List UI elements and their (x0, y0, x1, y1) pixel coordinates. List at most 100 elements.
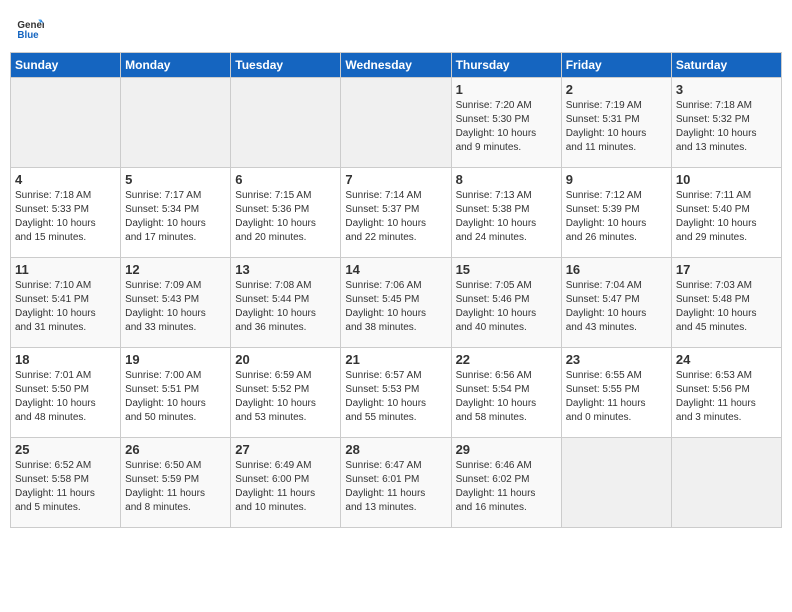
calendar-cell: 19 Sunrise: 7:00 AM Sunset: 5:51 PM Dayli… (121, 348, 231, 438)
calendar-cell: 24 Sunrise: 6:53 AM Sunset: 5:56 PM Dayli… (671, 348, 781, 438)
day-number: 18 (15, 352, 116, 367)
day-number: 8 (456, 172, 557, 187)
day-number: 25 (15, 442, 116, 457)
calendar-cell: 28 Sunrise: 6:47 AM Sunset: 6:01 PM Dayli… (341, 438, 451, 528)
weekday-header: Sunday (11, 53, 121, 78)
day-number: 21 (345, 352, 446, 367)
day-info: Sunrise: 6:53 AM Sunset: 5:56 PM Dayligh… (676, 369, 777, 425)
day-info: Sunrise: 7:18 AM Sunset: 5:32 PM Dayligh… (676, 99, 777, 155)
calendar-cell: 5Sunrise: 7:17 AM Sunset: 5:34 PM Daylig… (121, 168, 231, 258)
calendar-cell: 25Sunrise: 6:52 AM Sunset: 5:58 PM Dayli… (11, 438, 121, 528)
calendar-body: 1Sunrise: 7:20 AM Sunset: 5:30 PM Daylig… (11, 78, 782, 528)
day-info: Sunrise: 6:46 AM Sunset: 6:02 PM Dayligh… (456, 459, 557, 515)
day-number: 28 (345, 442, 446, 457)
calendar-cell (231, 78, 341, 168)
day-number: 15 (456, 262, 557, 277)
day-info: Sunrise: 7:10 AM Sunset: 5:41 PM Dayligh… (15, 279, 116, 335)
weekday-header: Friday (561, 53, 671, 78)
day-info: Sunrise: 7:01 AM Sunset: 5:50 PM Dayligh… (15, 369, 116, 425)
day-number: 17 (676, 262, 777, 277)
calendar-cell: 10 Sunrise: 7:11 AM Sunset: 5:40 PM Dayli… (671, 168, 781, 258)
day-info: Sunrise: 7:00 AM Sunset: 5:51 PM Dayligh… (125, 369, 226, 425)
day-info: Sunrise: 7:20 AM Sunset: 5:30 PM Dayligh… (456, 99, 557, 155)
calendar-week-row: 18 Sunrise: 7:01 AM Sunset: 5:50 PM Dayli… (11, 348, 782, 438)
day-number: 16 (566, 262, 667, 277)
day-number: 13 (235, 262, 336, 277)
day-info: Sunrise: 6:49 AM Sunset: 6:00 PM Dayligh… (235, 459, 336, 515)
calendar-cell: 15 Sunrise: 7:05 AM Sunset: 5:46 PM Dayli… (451, 258, 561, 348)
day-info: Sunrise: 6:55 AM Sunset: 5:55 PM Dayligh… (566, 369, 667, 425)
calendar-week-row: 4 Sunrise: 7:18 AM Sunset: 5:33 PM Daylig… (11, 168, 782, 258)
day-number: 11 (15, 262, 116, 277)
calendar-cell (121, 78, 231, 168)
day-number: 26 (125, 442, 226, 457)
calendar-cell (561, 438, 671, 528)
page-header: General Blue (10, 10, 782, 46)
day-info: Sunrise: 7:17 AM Sunset: 5:34 PM Dayligh… (125, 189, 226, 245)
calendar-table: SundayMondayTuesdayWednesdayThursdayFrid… (10, 52, 782, 528)
day-info: Sunrise: 7:18 AM Sunset: 5:33 PM Dayligh… (15, 189, 116, 245)
calendar-cell: 7 Sunrise: 7:14 AM Sunset: 5:37 PM Daylig… (341, 168, 451, 258)
calendar-cell: 9 Sunrise: 7:12 AM Sunset: 5:39 PM Daylig… (561, 168, 671, 258)
day-number: 22 (456, 352, 557, 367)
calendar-cell: 20Sunrise: 6:59 AM Sunset: 5:52 PM Dayli… (231, 348, 341, 438)
day-info: Sunrise: 7:09 AM Sunset: 5:43 PM Dayligh… (125, 279, 226, 335)
calendar-cell (341, 78, 451, 168)
day-info: Sunrise: 7:14 AM Sunset: 5:37 PM Dayligh… (345, 189, 446, 245)
svg-text:Blue: Blue (17, 30, 39, 41)
day-number: 2 (566, 82, 667, 97)
day-info: Sunrise: 6:57 AM Sunset: 5:53 PM Dayligh… (345, 369, 446, 425)
calendar-cell: 21 Sunrise: 6:57 AM Sunset: 5:53 PM Dayli… (341, 348, 451, 438)
calendar-cell: 29 Sunrise: 6:46 AM Sunset: 6:02 PM Dayli… (451, 438, 561, 528)
calendar-cell: 16 Sunrise: 7:04 AM Sunset: 5:47 PM Dayli… (561, 258, 671, 348)
day-info: Sunrise: 7:12 AM Sunset: 5:39 PM Dayligh… (566, 189, 667, 245)
calendar-cell: 18 Sunrise: 7:01 AM Sunset: 5:50 PM Dayli… (11, 348, 121, 438)
day-number: 3 (676, 82, 777, 97)
calendar-cell: 1Sunrise: 7:20 AM Sunset: 5:30 PM Daylig… (451, 78, 561, 168)
day-number: 24 (676, 352, 777, 367)
calendar-cell: 8 Sunrise: 7:13 AM Sunset: 5:38 PM Daylig… (451, 168, 561, 258)
weekday-header: Saturday (671, 53, 781, 78)
day-number: 29 (456, 442, 557, 457)
calendar-cell: 22 Sunrise: 6:56 AM Sunset: 5:54 PM Dayli… (451, 348, 561, 438)
day-info: Sunrise: 7:05 AM Sunset: 5:46 PM Dayligh… (456, 279, 557, 335)
day-info: Sunrise: 7:13 AM Sunset: 5:38 PM Dayligh… (456, 189, 557, 245)
day-info: Sunrise: 7:06 AM Sunset: 5:45 PM Dayligh… (345, 279, 446, 335)
day-number: 20 (235, 352, 336, 367)
calendar-cell: 13 Sunrise: 7:08 AM Sunset: 5:44 PM Dayli… (231, 258, 341, 348)
day-info: Sunrise: 6:56 AM Sunset: 5:54 PM Dayligh… (456, 369, 557, 425)
calendar-cell: 17 Sunrise: 7:03 AM Sunset: 5:48 PM Dayli… (671, 258, 781, 348)
calendar-cell: 23 Sunrise: 6:55 AM Sunset: 5:55 PM Dayli… (561, 348, 671, 438)
day-info: Sunrise: 7:04 AM Sunset: 5:47 PM Dayligh… (566, 279, 667, 335)
day-info: Sunrise: 7:11 AM Sunset: 5:40 PM Dayligh… (676, 189, 777, 245)
day-info: Sunrise: 6:47 AM Sunset: 6:01 PM Dayligh… (345, 459, 446, 515)
logo: General Blue (16, 14, 46, 42)
day-number: 7 (345, 172, 446, 187)
day-info: Sunrise: 7:08 AM Sunset: 5:44 PM Dayligh… (235, 279, 336, 335)
day-number: 19 (125, 352, 226, 367)
day-info: Sunrise: 7:03 AM Sunset: 5:48 PM Dayligh… (676, 279, 777, 335)
day-info: Sunrise: 6:50 AM Sunset: 5:59 PM Dayligh… (125, 459, 226, 515)
day-number: 9 (566, 172, 667, 187)
calendar-cell (671, 438, 781, 528)
weekday-header: Wednesday (341, 53, 451, 78)
day-info: Sunrise: 7:19 AM Sunset: 5:31 PM Dayligh… (566, 99, 667, 155)
day-number: 4 (15, 172, 116, 187)
day-number: 27 (235, 442, 336, 457)
calendar-cell (11, 78, 121, 168)
weekday-header: Thursday (451, 53, 561, 78)
day-number: 12 (125, 262, 226, 277)
calendar-cell: 27 Sunrise: 6:49 AM Sunset: 6:00 PM Dayli… (231, 438, 341, 528)
calendar-week-row: 11 Sunrise: 7:10 AM Sunset: 5:41 PM Dayli… (11, 258, 782, 348)
day-number: 10 (676, 172, 777, 187)
calendar-cell: 11 Sunrise: 7:10 AM Sunset: 5:41 PM Dayli… (11, 258, 121, 348)
calendar-cell: 12 Sunrise: 7:09 AM Sunset: 5:43 PM Dayli… (121, 258, 231, 348)
calendar-week-row: 25Sunrise: 6:52 AM Sunset: 5:58 PM Dayli… (11, 438, 782, 528)
logo-icon: General Blue (16, 14, 44, 42)
calendar-cell: 14Sunrise: 7:06 AM Sunset: 5:45 PM Dayli… (341, 258, 451, 348)
calendar-cell: 3 Sunrise: 7:18 AM Sunset: 5:32 PM Daylig… (671, 78, 781, 168)
day-number: 23 (566, 352, 667, 367)
calendar-cell: 2 Sunrise: 7:19 AM Sunset: 5:31 PM Daylig… (561, 78, 671, 168)
weekday-header: Monday (121, 53, 231, 78)
calendar-cell: 4 Sunrise: 7:18 AM Sunset: 5:33 PM Daylig… (11, 168, 121, 258)
